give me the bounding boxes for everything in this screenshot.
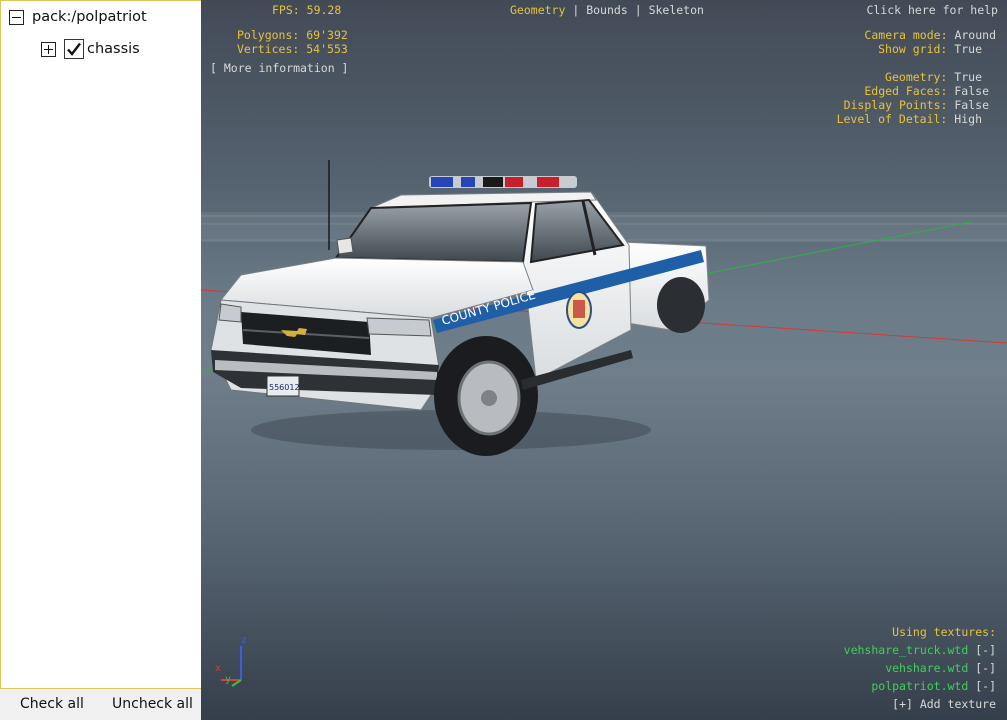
view-mode-switch: Geometry | Bounds | Skeleton: [510, 3, 704, 17]
axis-y-label: y: [225, 674, 232, 685]
tree-button-bar: Check all Uncheck all: [0, 689, 201, 720]
chassis-checkbox[interactable]: [64, 39, 84, 59]
license-plate: 556012: [269, 383, 300, 392]
view-mode-skeleton[interactable]: Skeleton: [649, 3, 704, 17]
check-all-button[interactable]: Check all: [20, 696, 84, 712]
view-mode-bounds[interactable]: Bounds: [586, 3, 628, 17]
geometry-setting[interactable]: Geometry: True: [885, 70, 982, 84]
axis-z-label: z: [241, 635, 248, 646]
polygons-readout: Polygons: 69'392: [237, 28, 348, 42]
remove-texture-button[interactable]: [-]: [975, 661, 996, 675]
more-information-link[interactable]: [ More information ]: [210, 61, 348, 75]
tree-node-root[interactable]: pack:/polpatriot: [9, 9, 147, 25]
textures-title: Using textures:: [892, 625, 996, 639]
view-mode-geometry[interactable]: Geometry: [510, 3, 565, 17]
door-emblem: [566, 291, 592, 329]
help-link[interactable]: Click here for help: [866, 3, 998, 17]
checkmark-icon: [67, 42, 81, 56]
level-of-detail-setting[interactable]: Level of Detail: High: [837, 112, 982, 126]
texture-name[interactable]: vehshare.wtd: [885, 661, 968, 675]
texture-item: vehshare_truck.wtd [-]: [844, 643, 996, 657]
scene-tree-panel: pack:/polpatriot chassis Check all Unche…: [0, 0, 201, 720]
remove-texture-button[interactable]: [-]: [975, 643, 996, 657]
edged-faces-setting[interactable]: Edged Faces: False: [864, 84, 989, 98]
texture-name[interactable]: vehshare_truck.wtd: [844, 643, 969, 657]
uncheck-all-button[interactable]: Uncheck all: [112, 696, 193, 712]
fps-readout: FPS: 59.28: [272, 3, 342, 17]
texture-item: vehshare.wtd [-]: [885, 661, 996, 675]
tree-node-root-label: pack:/polpatriot: [32, 9, 147, 25]
scene-tree: pack:/polpatriot chassis: [0, 0, 201, 689]
texture-name[interactable]: polpatriot.wtd: [871, 679, 968, 693]
model-viewport[interactable]: COUNTY POLICE 556012 z x y FPS: 59.28 Po…: [201, 0, 1007, 720]
tree-node-chassis[interactable]: chassis: [41, 39, 140, 59]
vertices-readout: Vertices: 54'553: [237, 42, 348, 56]
add-texture-button[interactable]: [+] Add texture: [892, 697, 996, 711]
collapse-icon[interactable]: [9, 9, 24, 25]
texture-item: polpatriot.wtd [-]: [871, 679, 996, 693]
camera-mode-setting[interactable]: Camera mode: Around: [864, 28, 996, 42]
expand-icon[interactable]: [41, 41, 56, 57]
remove-texture-button[interactable]: [-]: [975, 679, 996, 693]
lightbar: [429, 176, 577, 188]
display-points-setting[interactable]: Display Points: False: [844, 98, 989, 112]
axis-x-label: x: [215, 663, 222, 674]
tree-node-chassis-label: chassis: [87, 41, 140, 57]
show-grid-setting[interactable]: Show grid: True: [878, 42, 982, 56]
